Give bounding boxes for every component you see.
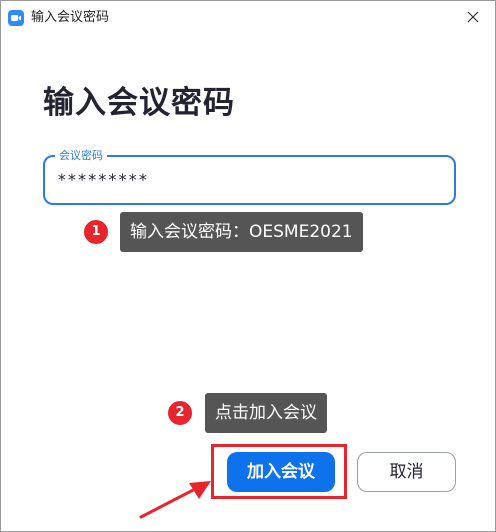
title-bar: 输入会议密码 (1, 1, 495, 34)
window-title: 输入会议密码 (31, 10, 110, 25)
meeting-password-dialog: 输入会议密码 输入会议密码 会议密码 ********* 1 输入会议密码：OE… (0, 0, 496, 532)
password-field-value[interactable]: ********* (57, 170, 148, 190)
close-icon[interactable] (463, 7, 483, 27)
password-field[interactable]: 会议密码 ********* (43, 148, 456, 205)
password-field-label: 会议密码 (55, 148, 107, 164)
step-1-badge: 1 (84, 220, 108, 244)
step-1-tooltip: 输入会议密码：OESME2021 (120, 212, 363, 252)
step-2-badge: 2 (168, 401, 192, 425)
page-title: 输入会议密码 (43, 85, 235, 121)
pointer-arrow-icon (137, 473, 217, 521)
step-2-tooltip: 点击加入会议 (205, 393, 327, 433)
zoom-camera-icon (8, 10, 24, 26)
cancel-button[interactable]: 取消 (357, 452, 456, 492)
join-meeting-button[interactable]: 加入会议 (227, 452, 335, 492)
